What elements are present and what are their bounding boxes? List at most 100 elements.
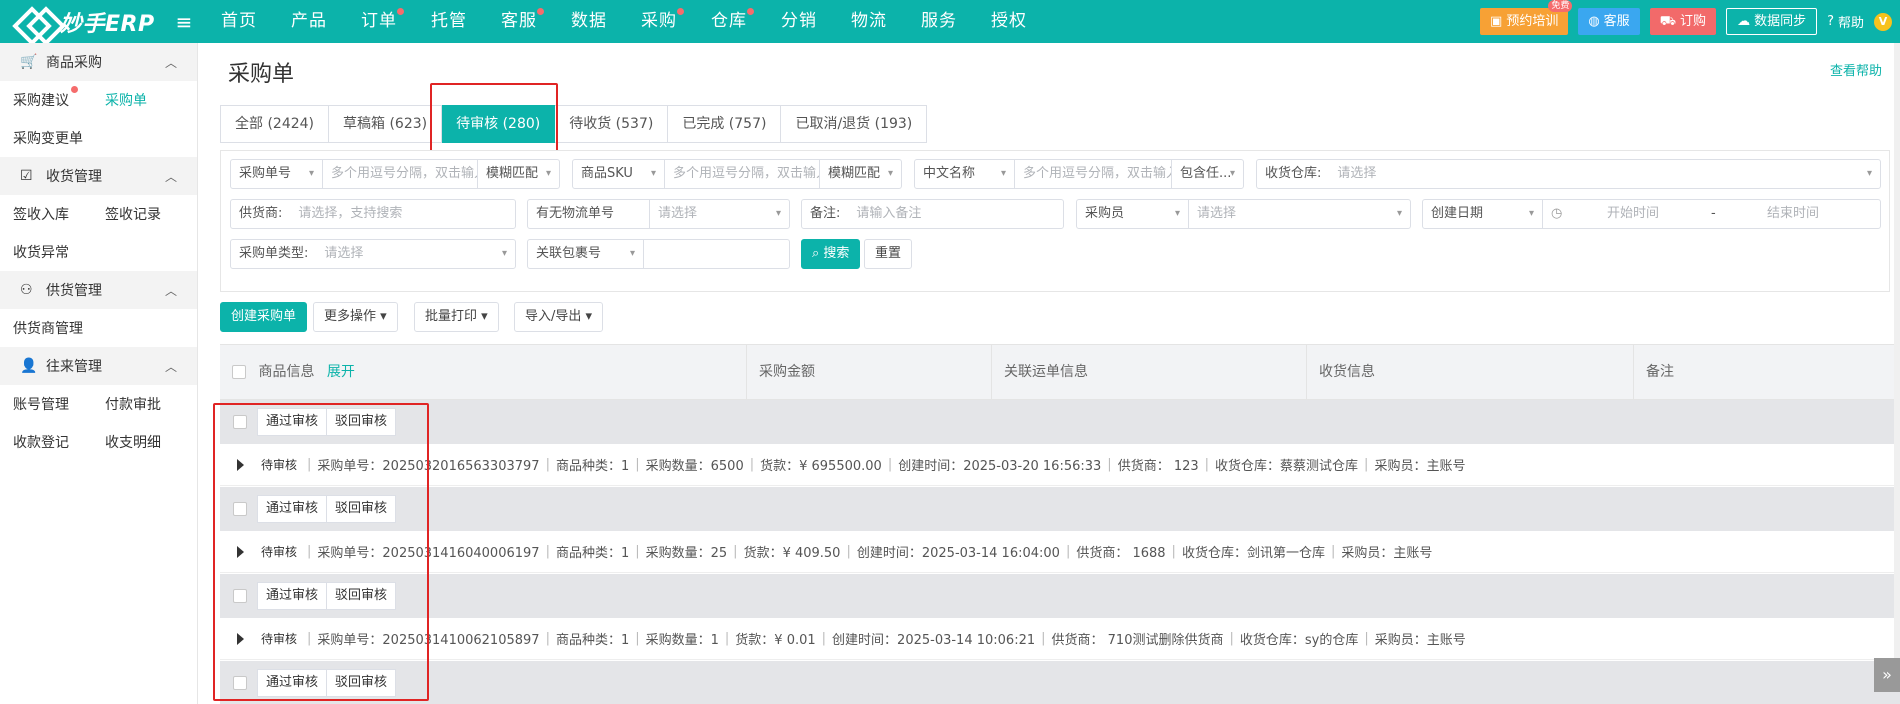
expand-link[interactable]: 展开 (327, 364, 355, 380)
hamburger-icon[interactable]: ≡ (164, 10, 204, 34)
sidebar-item-sign-in-stock[interactable]: 签收入库 (13, 204, 105, 224)
sidebar-item-account-management[interactable]: 账号管理 (13, 394, 105, 414)
approve-button[interactable]: 通过审核 (257, 495, 328, 523)
supplier-filter[interactable]: 供货商: 请选择，支持搜索 (230, 199, 516, 229)
tab-drafts[interactable]: 草稿箱 (623) (329, 105, 443, 143)
help-link[interactable]: ? 帮助 (1827, 12, 1864, 31)
chevron-down-icon: ▾ (629, 248, 635, 259)
sidebar-group-purchase[interactable]: 🛒 商品采购 ︿ (0, 43, 197, 81)
search-button[interactable]: ⌕ 搜索 (801, 239, 861, 269)
import-export-button[interactable]: 导入/导出 ▾ (514, 302, 604, 332)
sidebar-item-receiving-exception[interactable]: 收货异常 (13, 242, 105, 262)
column-shipping: 关联运单信息 (992, 344, 1307, 400)
nav-item-purchase[interactable]: 采购 (624, 0, 694, 43)
tab-cancelled[interactable]: 已取消/退货 (193) (781, 105, 928, 143)
sku-input[interactable]: 多个用逗号分隔，双击输入更多 (665, 160, 819, 188)
order-no-input[interactable]: 多个用逗号分隔，双击输入更多 (323, 160, 477, 188)
sidebar-group-receiving[interactable]: ☑ 收货管理 ︿ (0, 157, 197, 195)
name-input[interactable]: 多个用逗号分隔，双击输入更多 (1015, 160, 1171, 188)
nav-item-data[interactable]: 数据 (554, 0, 624, 43)
chevron-down-icon: ▾ (308, 168, 314, 179)
order-no-select[interactable]: 采购单号 ▾ (231, 160, 323, 188)
expand-caret-icon[interactable] (237, 458, 244, 471)
expand-caret-icon[interactable] (237, 545, 244, 558)
nav-item-logistics[interactable]: 物流 (834, 0, 904, 43)
nav-item-orders[interactable]: 订单 (344, 0, 414, 43)
nav-item-services[interactable]: 服务 (904, 0, 974, 43)
training-button[interactable]: ▣ 预约培训 免费 (1480, 0, 1573, 35)
tab-pending-receipt[interactable]: 待收货 (537) (555, 105, 669, 143)
nav-item-authorization[interactable]: 授权 (974, 0, 1044, 43)
nav-item-products[interactable]: 产品 (274, 0, 344, 43)
tab-pending-review[interactable]: 待审核 (280) (442, 105, 556, 143)
warehouse-select[interactable]: 请选择 (1329, 160, 1880, 188)
match-select-2[interactable]: 模糊匹配 ▾ (819, 160, 901, 188)
buyer-select[interactable]: 请选择 ▾ (1189, 200, 1410, 228)
sidebar-item-purchase-change[interactable]: 采购变更单 (13, 128, 105, 148)
create-purchase-order-button[interactable]: 创建采购单 (220, 302, 308, 332)
sidebar-item-receipt-registration[interactable]: 收款登记 (13, 432, 105, 452)
avatar[interactable]: V (1874, 12, 1892, 31)
approve-button[interactable]: 通过审核 (257, 582, 328, 610)
data-sync-button[interactable]: ☁ 数据同步 (1726, 8, 1818, 35)
more-actions-button[interactable]: 更多操作 ▾ (313, 302, 398, 332)
nav-item-home[interactable]: 首页 (204, 0, 274, 43)
reject-button[interactable]: 驳回审核 (327, 582, 397, 610)
nav-item-distribution[interactable]: 分销 (764, 0, 834, 43)
sku-select[interactable]: 商品SKU ▾ (573, 160, 665, 188)
row-checkbox[interactable] (233, 675, 247, 690)
calendar-icon: ▣ (1490, 14, 1503, 29)
tab-completed[interactable]: 已完成 (757) (668, 105, 782, 143)
approve-button[interactable]: 通过审核 (257, 668, 328, 697)
package-input[interactable] (644, 240, 789, 268)
nav-item-hosting[interactable]: 托管 (414, 0, 484, 43)
remark-input[interactable]: 请输入备注 (848, 200, 929, 228)
nav-item-warehouse[interactable]: 仓库 (694, 0, 764, 43)
reject-button[interactable]: 驳回审核 (327, 495, 397, 523)
notification-dot (747, 8, 754, 15)
reset-button[interactable]: 重置 (864, 239, 913, 269)
contains-select[interactable]: 包含任... ▾ (1171, 160, 1243, 188)
row-checkbox[interactable] (233, 415, 247, 429)
row-checkbox[interactable] (233, 502, 247, 516)
date-select[interactable]: 创建日期 ▾ (1423, 200, 1543, 228)
package-select[interactable]: 关联包裹号 ▾ (528, 240, 644, 268)
supplier-input[interactable]: 请选择，支持搜索 (290, 200, 410, 228)
sidebar-item-income-expense[interactable]: 收支明细 (105, 432, 197, 452)
app-logo[interactable]: 妙手ERP (0, 6, 164, 38)
sidebar-item-payment-approval[interactable]: 付款审批 (105, 394, 197, 414)
start-time-input[interactable]: 开始时间 (1563, 200, 1703, 228)
logistics-select[interactable]: 请选择 ▾ (650, 200, 789, 228)
reject-button[interactable]: 驳回审核 (327, 668, 397, 697)
warehouse-filter[interactable]: 收货仓库: 请选择 ▾ (1256, 159, 1881, 189)
type-filter[interactable]: 采购单类型: 请选择 ▾ (230, 239, 516, 269)
sidebar-group-accounts[interactable]: 👤 往来管理 ︿ (0, 347, 197, 385)
buyer-label[interactable]: 采购员 ▾ (1077, 200, 1189, 228)
chevron-down-icon: ▾ (501, 248, 507, 259)
remark-filter[interactable]: 备注: 请输入备注 (801, 199, 1064, 229)
sidebar-item-supplier-management[interactable]: 供货商管理 (13, 318, 105, 338)
vertical-scrollbar[interactable] (1894, 43, 1900, 663)
sidebar-group-supply[interactable]: ⚇ 供货管理 ︿ (0, 271, 197, 309)
row-checkbox[interactable] (233, 589, 247, 603)
order-button[interactable]: ⛟ 订购 (1649, 8, 1717, 35)
type-select[interactable]: 请选择 (316, 240, 515, 268)
approve-button[interactable]: 通过审核 (257, 408, 328, 436)
tab-all[interactable]: 全部 (2424) (220, 105, 330, 143)
name-select[interactable]: 中文名称 ▾ (915, 160, 1015, 188)
help-link[interactable]: 查看帮助 (1830, 60, 1882, 79)
select-all-checkbox[interactable] (232, 365, 246, 379)
sidebar-item-sign-records[interactable]: 签收记录 (105, 204, 197, 224)
purchase-quantity: 采购数量：6500 (645, 459, 744, 474)
batch-print-button[interactable]: 批量打印 ▾ (414, 302, 499, 332)
match-select-1[interactable]: 模糊匹配 ▾ (477, 160, 559, 188)
reject-button[interactable]: 驳回审核 (327, 408, 397, 436)
double-chevron-right-icon[interactable]: » (1874, 658, 1900, 692)
nav-item-customer-service[interactable]: 客服 (484, 0, 554, 43)
sidebar-item-purchase-suggestion[interactable]: 采购建议 (13, 86, 105, 110)
chevron-up-icon: ︿ (164, 55, 177, 70)
sidebar-item-purchase-order[interactable]: 采购单 (105, 90, 197, 110)
end-time-input[interactable]: 结束时间 (1723, 200, 1863, 228)
expand-caret-icon[interactable] (237, 632, 244, 645)
customer-service-button[interactable]: ◍ 客服 (1578, 8, 1640, 35)
